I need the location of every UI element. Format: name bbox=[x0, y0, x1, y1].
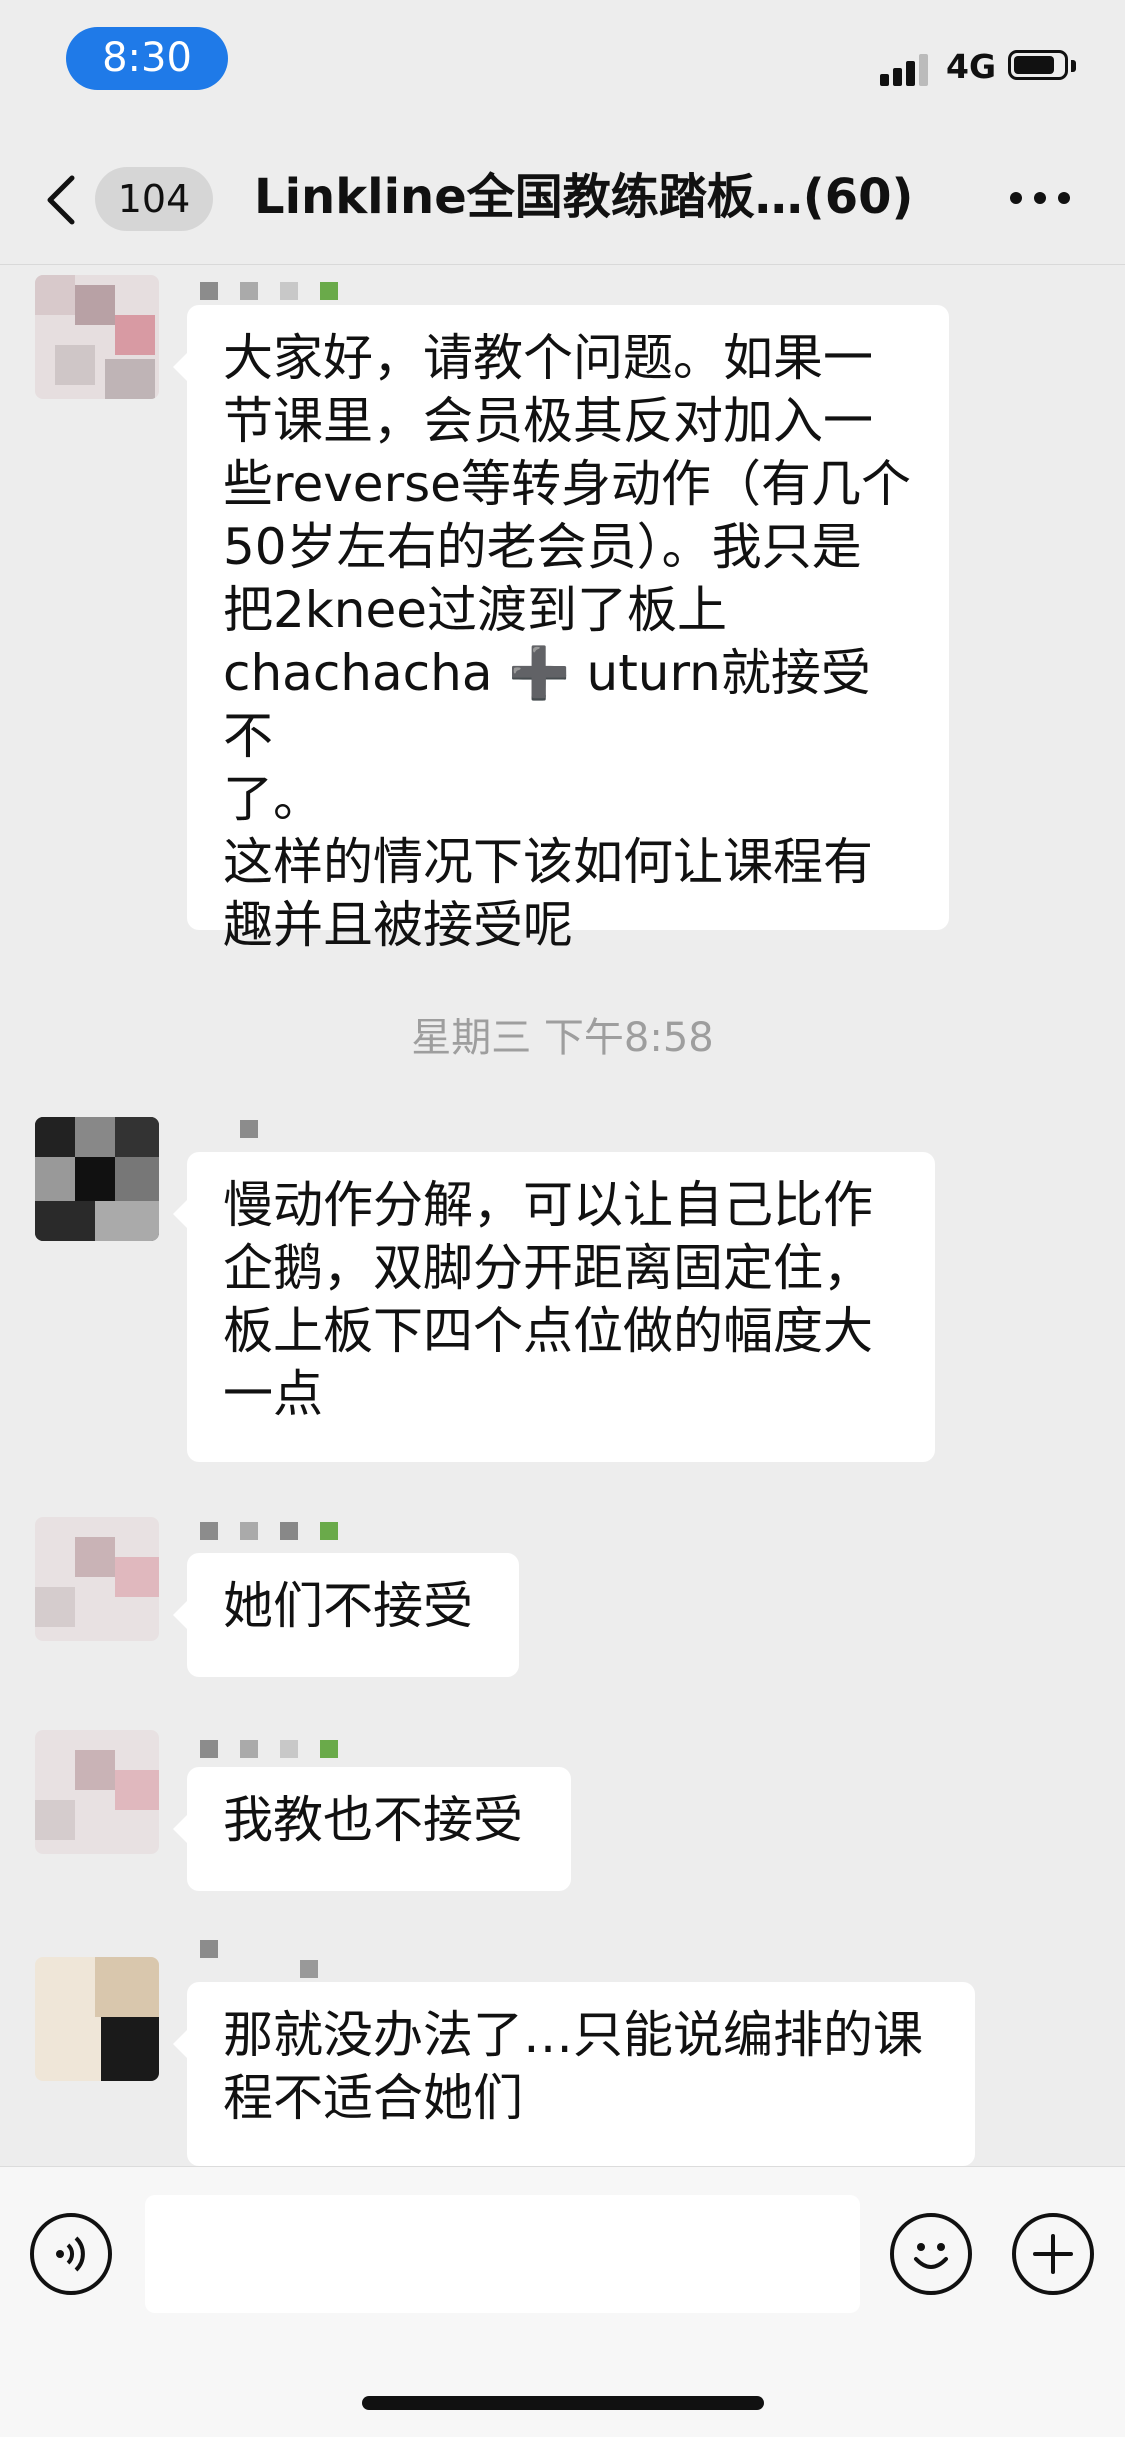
avatar[interactable] bbox=[35, 1730, 159, 1854]
home-indicator[interactable] bbox=[362, 2396, 764, 2410]
sender-name-redacted bbox=[200, 1522, 340, 1544]
chat-header: 104 Linkline全国教练踏板…(60) bbox=[0, 132, 1125, 265]
battery-icon bbox=[1008, 50, 1078, 84]
chat-title: Linkline全国教练踏板…(60) bbox=[254, 169, 914, 225]
cellular-signal-icon bbox=[880, 52, 934, 86]
message-bubble[interactable]: 那就没办法了…只能说编排的课 程不适合她们 bbox=[173, 1982, 975, 2166]
avatar[interactable] bbox=[35, 1957, 159, 2081]
back-chevron-icon[interactable] bbox=[42, 172, 82, 228]
voice-input-icon[interactable] bbox=[30, 2213, 112, 2295]
avatar[interactable] bbox=[35, 1117, 159, 1241]
chat-timestamp: 星期三 下午8:58 bbox=[411, 1015, 714, 1061]
status-bar: 8:30 4G bbox=[0, 0, 1125, 132]
sender-name-redacted bbox=[200, 1740, 340, 1762]
message-bubble[interactable]: 我教也不接受 bbox=[173, 1767, 571, 1891]
emoji-icon[interactable] bbox=[890, 2213, 972, 2295]
message-input[interactable] bbox=[145, 2195, 860, 2313]
sender-name-redacted bbox=[200, 282, 340, 304]
avatar[interactable] bbox=[35, 1517, 159, 1641]
message-bubble[interactable]: 她们不接受 bbox=[173, 1553, 519, 1677]
more-actions-plus-icon[interactable] bbox=[1012, 2213, 1094, 2295]
message-bubble[interactable]: 大家好，请教个问题。如果一 节课里，会员极其反对加入一 些reverse等转身动… bbox=[173, 305, 949, 954]
sender-name-redacted bbox=[200, 1940, 330, 1978]
avatar[interactable] bbox=[35, 275, 159, 399]
more-options-icon[interactable] bbox=[1010, 192, 1070, 208]
message-bubble[interactable]: 慢动作分解，可以让自己比作 企鹅，双脚分开距离固定住， 板上板下四个点位做的幅度… bbox=[173, 1152, 935, 1462]
status-time: 8:30 bbox=[66, 27, 228, 90]
network-type: 4G bbox=[946, 47, 997, 86]
sender-name-redacted bbox=[240, 1120, 264, 1142]
unread-count-badge[interactable]: 104 bbox=[95, 167, 213, 231]
